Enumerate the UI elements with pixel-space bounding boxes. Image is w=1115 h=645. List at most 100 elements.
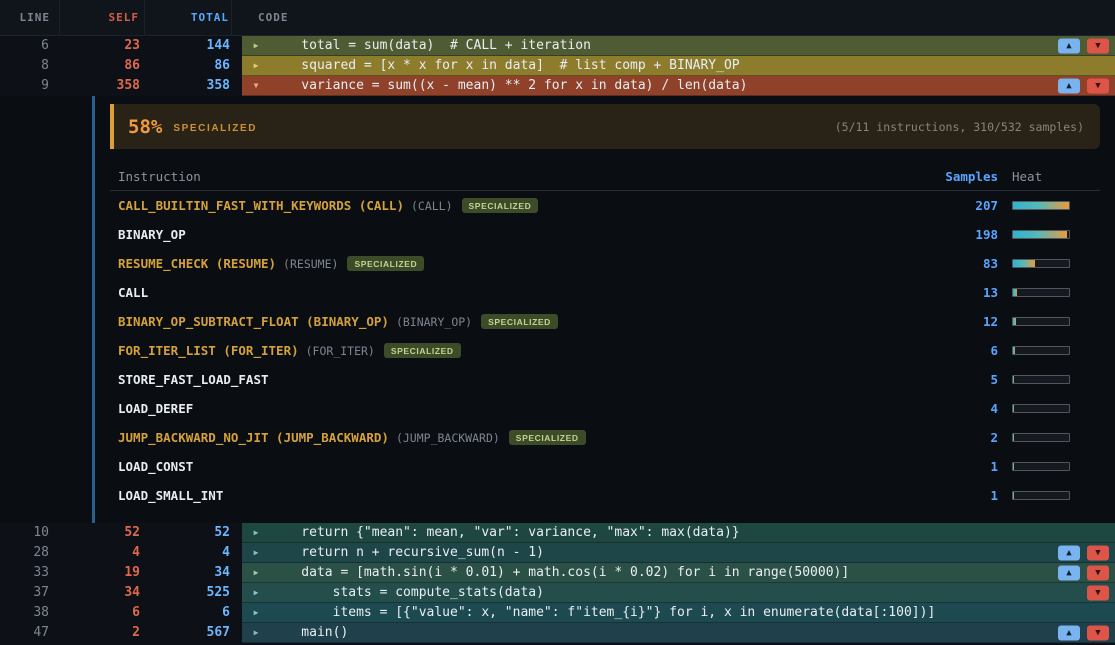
code-cell[interactable]: ▶ total = sum(data) # CALL + iteration ▲… — [242, 36, 1115, 56]
instruction-row[interactable]: CALL_BUILTIN_FAST_WITH_KEYWORDS (CALL) (… — [110, 191, 1100, 220]
code-cell[interactable]: ▶ return {"mean": mean, "var": variance,… — [242, 523, 1115, 543]
expansion-connector-line — [92, 96, 95, 523]
instruction-name-cell: CALL_BUILTIN_FAST_WITH_KEYWORDS (CALL) (… — [118, 198, 940, 213]
instruction-row[interactable]: STORE_FAST_LOAD_FAST 5 — [110, 365, 1100, 394]
expand-arrow-icon[interactable]: ▶ — [250, 568, 262, 577]
instruction-row[interactable]: RESUME_CHECK (RESUME) (RESUME) SPECIALIZ… — [110, 249, 1100, 278]
specialized-badge: SPECIALIZED — [384, 343, 461, 358]
heat-bar-fill — [1013, 202, 1069, 209]
column-header-code: CODE — [232, 11, 289, 24]
heat-bar-fill — [1013, 492, 1014, 499]
code-text: items = [{"value": x, "name": f"item_{i}… — [270, 603, 935, 623]
total-samples: 6 — [145, 603, 232, 623]
heat-cell — [1010, 230, 1100, 239]
instruction-samples: 5 — [940, 372, 1010, 387]
expand-arrow-icon[interactable]: ▶ — [250, 588, 262, 597]
instruction-name: LOAD_SMALL_INT — [118, 488, 223, 503]
specialized-percent: 58% — [128, 116, 162, 138]
instruction-table-header: Instruction Samples Heat — [110, 162, 1100, 191]
expand-arrow-icon[interactable]: ▶ — [250, 608, 262, 617]
heat-bar-fill — [1013, 376, 1014, 383]
heat-cell — [1010, 375, 1100, 384]
instruction-row[interactable]: BINARY_OP 198 — [110, 220, 1100, 249]
heat-bar-fill — [1013, 347, 1015, 354]
instruction-row[interactable]: CALL 13 — [110, 278, 1100, 307]
instruction-row[interactable]: JUMP_BACKWARD_NO_JIT (JUMP_BACKWARD) (JU… — [110, 423, 1100, 452]
code-text: squared = [x * x for x in data] # list c… — [270, 56, 740, 76]
total-samples: 358 — [145, 76, 232, 96]
jump-up-icon[interactable]: ▲ — [1058, 38, 1080, 53]
code-cell[interactable]: ▶ squared = [x * x for x in data] # list… — [242, 56, 1115, 76]
line-number: 28 — [0, 543, 60, 563]
code-cell[interactable]: ▶ items = [{"value": x, "name": f"item_{… — [242, 603, 1115, 623]
expand-arrow-icon[interactable]: ▶ — [250, 61, 262, 70]
jump-down-icon[interactable]: ▼ — [1087, 625, 1109, 640]
jump-down-icon[interactable]: ▼ — [1087, 38, 1109, 53]
heat-cell — [1010, 404, 1100, 413]
instruction-samples: 6 — [940, 343, 1010, 358]
code-row: 37 34 525 ▶ stats = compute_stats(data) … — [0, 583, 1115, 603]
jump-up-icon[interactable]: ▲ — [1058, 565, 1080, 580]
line-number: 8 — [0, 56, 60, 76]
code-cell[interactable]: ▶ main() ▲ ▼ — [242, 623, 1115, 643]
specialized-badge: SPECIALIZED — [481, 314, 558, 329]
code-text: stats = compute_stats(data) — [270, 583, 544, 603]
expand-arrow-icon[interactable]: ▶ — [250, 548, 262, 557]
jump-up-icon[interactable]: ▲ — [1058, 545, 1080, 560]
code-row: 47 2 567 ▶ main() ▲ ▼ — [0, 623, 1115, 643]
heat-bar-fill — [1013, 289, 1017, 296]
expand-arrow-icon[interactable]: ▶ — [250, 41, 262, 50]
code-text: main() — [270, 623, 348, 643]
instruction-samples: 1 — [940, 488, 1010, 503]
code-row: 8 86 86 ▶ squared = [x * x for x in data… — [0, 56, 1115, 76]
nav-buttons: ▲ ▼ — [1058, 58, 1109, 73]
total-samples: 567 — [145, 623, 232, 643]
line-number: 10 — [0, 523, 60, 543]
column-header-row: LINE SELF TOTAL CODE — [0, 0, 1115, 36]
instruction-rows: CALL_BUILTIN_FAST_WITH_KEYWORDS (CALL) (… — [110, 191, 1100, 510]
self-samples: 34 — [60, 583, 145, 603]
instruction-row[interactable]: LOAD_CONST 1 — [110, 452, 1100, 481]
instruction-row[interactable]: BINARY_OP_SUBTRACT_FLOAT (BINARY_OP) (BI… — [110, 307, 1100, 336]
expand-arrow-icon[interactable]: ▼ — [250, 81, 262, 90]
jump-up-icon[interactable]: ▲ — [1058, 78, 1080, 93]
instruction-name: LOAD_CONST — [118, 459, 193, 474]
instruction-row[interactable]: LOAD_SMALL_INT 1 — [110, 481, 1100, 510]
heat-cell — [1010, 462, 1100, 471]
code-row: 6 23 144 ▶ total = sum(data) # CALL + it… — [0, 36, 1115, 56]
heat-bar-track — [1012, 433, 1070, 442]
code-cell[interactable]: ▶ stats = compute_stats(data) ▲ ▼ — [242, 583, 1115, 603]
line-number: 47 — [0, 623, 60, 643]
nav-buttons: ▲ ▼ — [1058, 545, 1109, 560]
heat-bar-track — [1012, 230, 1070, 239]
code-cell[interactable]: ▶ return n + recursive_sum(n - 1) ▲ ▼ — [242, 543, 1115, 563]
instruction-row[interactable]: LOAD_DEREF 4 — [110, 394, 1100, 423]
expand-arrow-icon[interactable]: ▶ — [250, 628, 262, 637]
specialized-label: SPECIALIZED — [173, 119, 257, 134]
code-cell[interactable]: ▼ variance = sum((x - mean) ** 2 for x i… — [242, 76, 1115, 96]
heat-bar-track — [1012, 491, 1070, 500]
instruction-name-cell: RESUME_CHECK (RESUME) (RESUME) SPECIALIZ… — [118, 256, 940, 271]
self-samples: 2 — [60, 623, 145, 643]
heat-cell — [1010, 259, 1100, 268]
code-text: total = sum(data) # CALL + iteration — [270, 36, 591, 56]
jump-down-icon[interactable]: ▼ — [1087, 78, 1109, 93]
instruction-row[interactable]: FOR_ITER_LIST (FOR_ITER) (FOR_ITER) SPEC… — [110, 336, 1100, 365]
expand-arrow-icon[interactable]: ▶ — [250, 528, 262, 537]
specialization-stats: (5/11 instructions, 310/532 samples) — [835, 120, 1084, 134]
instruction-base-opcode: (JUMP_BACKWARD) — [396, 431, 500, 445]
line-number: 6 — [0, 36, 60, 56]
self-samples: 19 — [60, 563, 145, 583]
jump-down-icon[interactable]: ▼ — [1087, 545, 1109, 560]
instruction-samples: 198 — [940, 227, 1010, 242]
jump-up-icon[interactable]: ▲ — [1058, 625, 1080, 640]
nav-buttons: ▲ ▼ — [1058, 605, 1109, 620]
heat-cell — [1010, 491, 1100, 500]
self-samples: 358 — [60, 76, 145, 96]
heat-bar-track — [1012, 462, 1070, 471]
code-cell[interactable]: ▶ data = [math.sin(i * 0.01) + math.cos(… — [242, 563, 1115, 583]
jump-down-icon[interactable]: ▼ — [1087, 565, 1109, 580]
code-row: 33 19 34 ▶ data = [math.sin(i * 0.01) + … — [0, 563, 1115, 583]
heat-bar-fill — [1013, 405, 1014, 412]
jump-down-icon[interactable]: ▼ — [1087, 585, 1109, 600]
